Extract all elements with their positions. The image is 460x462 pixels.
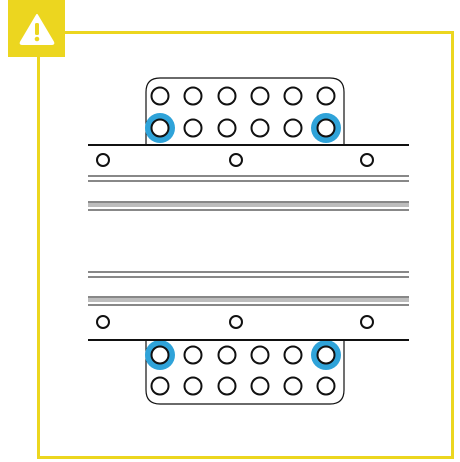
- mounting-hole: [316, 86, 336, 106]
- mounting-hole: [183, 345, 203, 365]
- rail-hole: [229, 153, 243, 167]
- rail-hole: [360, 315, 374, 329]
- bottom-rail: [88, 271, 409, 341]
- rail-hole: [229, 315, 243, 329]
- rail-hole: [96, 153, 110, 167]
- mounting-hole: [250, 86, 270, 106]
- mounting-hole: [316, 376, 336, 396]
- highlighted-mounting-hole: [150, 345, 170, 365]
- highlighted-mounting-hole: [316, 118, 336, 138]
- mounting-hole: [283, 118, 303, 138]
- mounting-hole: [250, 118, 270, 138]
- mounting-diagram: [88, 77, 409, 405]
- mounting-hole: [183, 118, 203, 138]
- rail-hole: [360, 153, 374, 167]
- mounting-hole: [250, 345, 270, 365]
- mounting-hole: [283, 345, 303, 365]
- mounting-hole: [217, 376, 237, 396]
- mounting-hole: [183, 376, 203, 396]
- top-rail: [88, 144, 409, 211]
- mounting-hole: [283, 86, 303, 106]
- mounting-hole: [250, 376, 270, 396]
- mounting-hole: [283, 376, 303, 396]
- rail-hole: [96, 315, 110, 329]
- mounting-hole: [217, 118, 237, 138]
- mounting-hole: [183, 86, 203, 106]
- highlighted-mounting-hole: [316, 345, 336, 365]
- highlighted-mounting-hole: [150, 118, 170, 138]
- mounting-hole: [217, 86, 237, 106]
- mounting-hole: [217, 345, 237, 365]
- mounting-hole: [150, 86, 170, 106]
- mounting-hole: [150, 376, 170, 396]
